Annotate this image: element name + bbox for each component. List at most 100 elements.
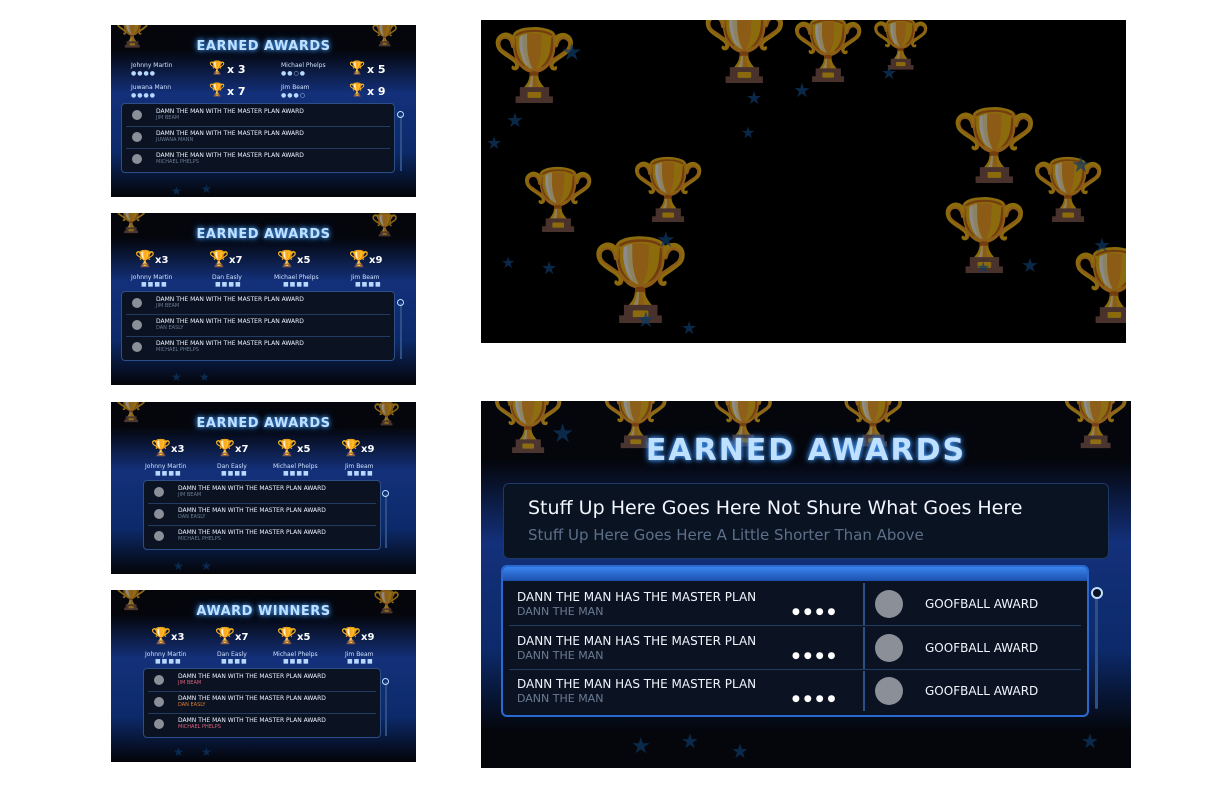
award-winner: JIM BEAM bbox=[156, 115, 180, 121]
trophy-icon: 🏆 bbox=[215, 626, 235, 645]
list-item[interactable]: DAMN THE MAN WITH THE MASTER PLAN AWARD … bbox=[148, 482, 376, 504]
award-badge-icon bbox=[875, 677, 903, 705]
award-winner: JIM BEAM bbox=[156, 303, 180, 309]
table-row[interactable]: DANN THE MAN HAS THE MASTER PLAN DANN TH… bbox=[509, 583, 1081, 626]
player-progress: ●●●● bbox=[131, 70, 156, 77]
scrollbar-thumb[interactable] bbox=[382, 490, 389, 497]
award-badge-icon bbox=[154, 509, 164, 519]
player-progress: ■■■■ bbox=[155, 658, 182, 665]
row-title: DANN THE MAN HAS THE MASTER PLAN bbox=[517, 590, 757, 604]
awards-list[interactable]: DAMN THE MAN WITH THE MASTER PLAN AWARD … bbox=[143, 668, 381, 738]
award-count: x3 bbox=[171, 632, 185, 643]
trophy-icon: 🏆 bbox=[349, 249, 369, 268]
award-winner: DAN EASLY bbox=[178, 702, 206, 708]
trophy-icon: 🏆 bbox=[215, 438, 235, 457]
award-title: DAMN THE MAN WITH THE MASTER PLAN AWARD bbox=[156, 296, 304, 303]
results-list[interactable]: DANN THE MAN HAS THE MASTER PLAN DANN TH… bbox=[501, 565, 1089, 717]
trophy-icon: 🏆 bbox=[277, 626, 297, 645]
list-item[interactable]: DAMN THE MAN WITH THE MASTER PLAN AWARD … bbox=[148, 692, 376, 714]
award-badge-icon bbox=[875, 590, 903, 618]
table-row[interactable]: DANN THE MAN HAS THE MASTER PLAN DANN TH… bbox=[509, 627, 1081, 670]
award-count: x5 bbox=[297, 632, 311, 643]
player-name: Johnny Martin bbox=[131, 62, 173, 69]
award-title: DAMN THE MAN WITH THE MASTER PLAN AWARD bbox=[156, 318, 304, 325]
award-count: x 9 bbox=[367, 85, 386, 98]
star-icon: ★ bbox=[486, 133, 503, 154]
player-name: Dan Easly bbox=[217, 463, 247, 470]
trophy-icon: 🏆 bbox=[135, 249, 155, 268]
trophy-icon: 🏆 bbox=[521, 165, 596, 235]
awards-list[interactable]: DAMN THE MAN WITH THE MASTER PLAN AWARD … bbox=[121, 103, 395, 173]
player-name: Johnny Martin bbox=[145, 651, 187, 658]
star-icon: ★ bbox=[793, 78, 811, 102]
subline-text: Stuff Up Here Goes Here A Little Shorter… bbox=[528, 526, 924, 544]
star-icon: ★ bbox=[1071, 153, 1091, 178]
star-icon: ★ bbox=[631, 734, 651, 759]
trophy-icon: 🏆 bbox=[951, 104, 1039, 186]
panel-title: AWARD WINNERS bbox=[196, 604, 331, 619]
list-item[interactable]: DAMN THE MAN WITH THE MASTER PLAN AWARD … bbox=[126, 149, 390, 170]
trophy-icon: 🏆 bbox=[871, 20, 931, 72]
scrollbar[interactable] bbox=[400, 303, 402, 359]
award-count: x3 bbox=[171, 444, 185, 455]
award-badge-icon bbox=[154, 719, 164, 729]
player-progress: ■■■■ bbox=[283, 470, 310, 477]
panel-title: EARNED AWARDS bbox=[196, 227, 331, 242]
scrollbar[interactable] bbox=[385, 682, 387, 736]
trophy-icon: 🏆 bbox=[277, 249, 297, 268]
star-icon: ★ bbox=[741, 123, 756, 142]
award-badge-icon bbox=[154, 675, 164, 685]
list-item[interactable]: DAMN THE MAN WITH THE MASTER PLAN AWARD … bbox=[148, 670, 376, 692]
scrollbar-thumb[interactable] bbox=[382, 678, 389, 685]
star-icon: ★ bbox=[636, 308, 656, 333]
awards-list[interactable]: DAMN THE MAN WITH THE MASTER PLAN AWARD … bbox=[143, 480, 381, 550]
player-name: Michael Phelps bbox=[281, 62, 326, 69]
panel-earned-awards-b: 🏆 ★ ★ 🏆 EARNED AWARDS 🏆 x3 Johnny Martin… bbox=[111, 213, 416, 385]
panel-earned-awards-c: 🏆 ★ ★ 🏆 EARNED AWARDS 🏆 x3 Johnny Martin… bbox=[111, 402, 416, 574]
scrollbar-thumb[interactable] bbox=[397, 299, 404, 306]
scrollbar[interactable] bbox=[400, 115, 402, 171]
player-name: Jim Beam bbox=[345, 651, 374, 658]
star-icon: ★ bbox=[501, 253, 516, 272]
award-name: GOOFBALL AWARD bbox=[925, 684, 1039, 698]
award-badge-icon bbox=[132, 320, 142, 330]
row-progress: ●●●● bbox=[792, 607, 840, 617]
table-row[interactable]: DANN THE MAN HAS THE MASTER PLAN DANN TH… bbox=[509, 671, 1081, 711]
player-progress: ■■■■ bbox=[141, 281, 168, 288]
award-count: x5 bbox=[297, 255, 311, 266]
headline-text: Stuff Up Here Goes Here Not Shure What G… bbox=[528, 497, 1023, 519]
player-name: Dan Easly bbox=[212, 274, 242, 281]
award-title: DAMN THE MAN WITH THE MASTER PLAN AWARD bbox=[178, 717, 326, 724]
trophy-icon: 🏆 bbox=[631, 155, 706, 225]
star-icon: ★ bbox=[656, 228, 676, 253]
list-item[interactable]: DAMN THE MAN WITH THE MASTER PLAN AWARD … bbox=[126, 337, 390, 358]
player-name: Michael Phelps bbox=[273, 651, 318, 658]
scrollbar[interactable] bbox=[385, 494, 387, 548]
trophy-icon: 🏆 bbox=[209, 61, 226, 76]
list-item[interactable]: DAMN THE MAN WITH THE MASTER PLAN AWARD … bbox=[126, 127, 390, 149]
list-item[interactable]: DAMN THE MAN WITH THE MASTER PLAN AWARD … bbox=[148, 504, 376, 526]
list-item[interactable]: DAMN THE MAN WITH THE MASTER PLAN AWARD … bbox=[148, 714, 376, 735]
scrollbar[interactable] bbox=[1095, 589, 1098, 709]
player-name: Michael Phelps bbox=[274, 274, 319, 281]
award-winner: MICHAEL PHELPS bbox=[156, 159, 199, 165]
award-badge-icon bbox=[875, 634, 903, 662]
scrollbar-thumb[interactable] bbox=[397, 111, 404, 118]
row-progress: ●●●● bbox=[792, 694, 840, 704]
award-title: DAMN THE MAN WITH THE MASTER PLAN AWARD bbox=[178, 485, 326, 492]
panel-title: EARNED AWARDS bbox=[645, 433, 967, 468]
award-title: DAMN THE MAN WITH THE MASTER PLAN AWARD bbox=[178, 695, 326, 702]
scrollbar-thumb[interactable] bbox=[1091, 587, 1103, 599]
list-item[interactable]: DAMN THE MAN WITH THE MASTER PLAN AWARD … bbox=[126, 293, 390, 315]
award-count: x 5 bbox=[367, 63, 386, 76]
list-item[interactable]: DAMN THE MAN WITH THE MASTER PLAN AWARD … bbox=[126, 315, 390, 337]
list-item[interactable]: DAMN THE MAN WITH THE MASTER PLAN AWARD … bbox=[126, 105, 390, 127]
awards-list[interactable]: DAMN THE MAN WITH THE MASTER PLAN AWARD … bbox=[121, 291, 395, 361]
award-badge-icon bbox=[154, 487, 164, 497]
trophy-icon: 🏆 bbox=[151, 626, 171, 645]
list-item[interactable]: DAMN THE MAN WITH THE MASTER PLAN AWARD … bbox=[148, 526, 376, 547]
award-count: x5 bbox=[297, 444, 311, 455]
trophy-icon: 🏆 bbox=[341, 626, 361, 645]
star-icon: ★ bbox=[731, 739, 749, 763]
player-name: Juwana Mann bbox=[131, 84, 172, 91]
